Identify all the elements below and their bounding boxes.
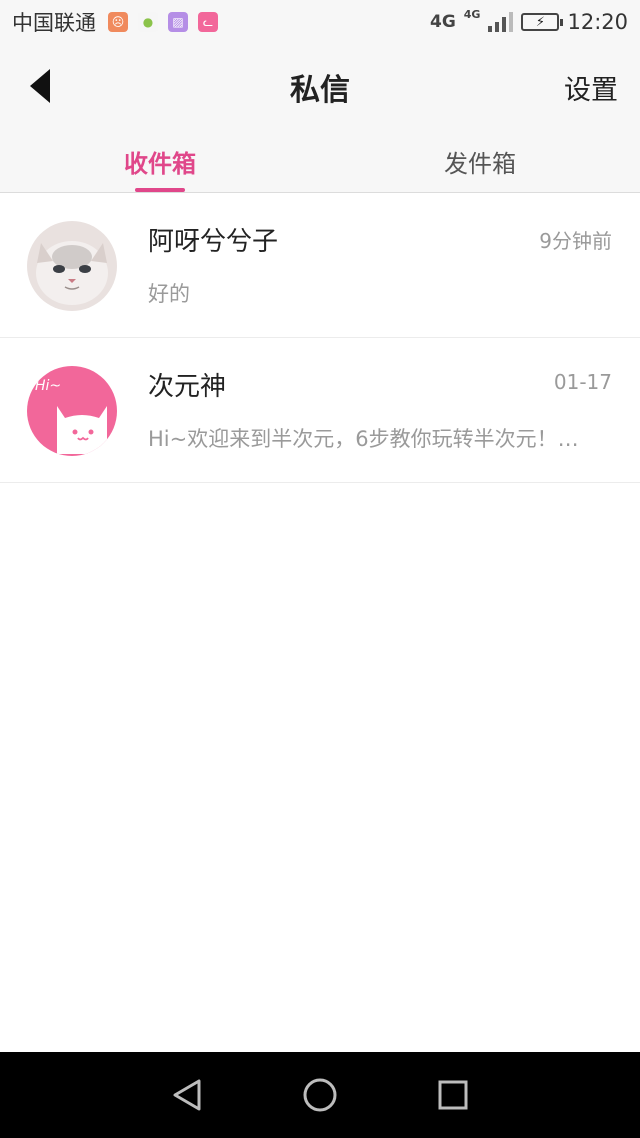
network-type-label: 4G: [429, 12, 456, 32]
message-preview: 好的: [148, 282, 190, 306]
home-circle-icon: [303, 1078, 337, 1112]
tab-inbox[interactable]: 收件箱: [0, 130, 320, 192]
cat-notification-icon: ᓚ: [198, 12, 218, 32]
chat-notification-icon: ●: [138, 12, 158, 32]
tab-outbox-label: 发件箱: [444, 149, 516, 178]
tab-inbox-label: 收件箱: [124, 149, 196, 178]
nav-home-button[interactable]: [300, 1075, 340, 1115]
nav-back-button[interactable]: [167, 1075, 207, 1115]
system-nav-bar: [0, 1052, 640, 1138]
notification-icons: ☹ ● ▨ ᓚ: [108, 12, 218, 32]
battery-charging-icon: ⚡: [521, 13, 564, 31]
nav-recents-button[interactable]: [433, 1075, 473, 1115]
status-bar: 中国联通 ☹ ● ▨ ᓚ 4G 4G ⚡ 12:20: [0, 0, 640, 44]
carrier-label: 中国联通: [12, 11, 96, 35]
message-preview: Hi~欢迎来到半次元，6步教你玩转半次元！…: [148, 427, 579, 451]
list-item[interactable]: Hi~ 次元神 01-17 Hi~欢迎来到半次元，6步教你玩转半次元！…: [0, 338, 640, 483]
pink-cat-avatar: Hi~: [27, 366, 117, 456]
message-time: 9分钟前: [539, 229, 612, 253]
settings-button[interactable]: 设置: [564, 68, 618, 107]
mailbox-tabs: 收件箱 发件箱: [0, 130, 640, 193]
cat-photo-avatar: [27, 221, 117, 311]
back-triangle-icon: [173, 1079, 201, 1111]
app-notification-icon: ☹: [108, 12, 128, 32]
back-arrow-icon: [30, 69, 50, 103]
message-time: 01-17: [553, 370, 612, 394]
message-list: 阿呀兮兮子 9分钟前 好的 Hi~ 次元神 01-17 Hi~欢迎来到半次元，6…: [0, 193, 640, 483]
network-type-small-label: 4G: [463, 7, 481, 21]
page-header: 私信 设置: [0, 44, 640, 130]
signal-strength-icon: [488, 12, 514, 32]
sender-name: 次元神: [148, 372, 227, 402]
active-tab-indicator: [135, 188, 185, 192]
gallery-notification-icon: ▨: [168, 12, 188, 32]
clock-label: 12:20: [567, 10, 628, 34]
recents-square-icon: [438, 1080, 468, 1110]
tab-outbox[interactable]: 发件箱: [320, 130, 640, 192]
avatar[interactable]: Hi~: [27, 366, 117, 456]
status-right: 4G 4G ⚡ 12:20: [429, 7, 628, 35]
list-item[interactable]: 阿呀兮兮子 9分钟前 好的: [0, 193, 640, 338]
avatar[interactable]: [27, 221, 117, 311]
back-button[interactable]: [30, 66, 70, 106]
page-title: 私信: [290, 73, 350, 108]
svg-text:Hi~: Hi~: [35, 378, 61, 394]
sender-name: 阿呀兮兮子: [148, 227, 279, 257]
